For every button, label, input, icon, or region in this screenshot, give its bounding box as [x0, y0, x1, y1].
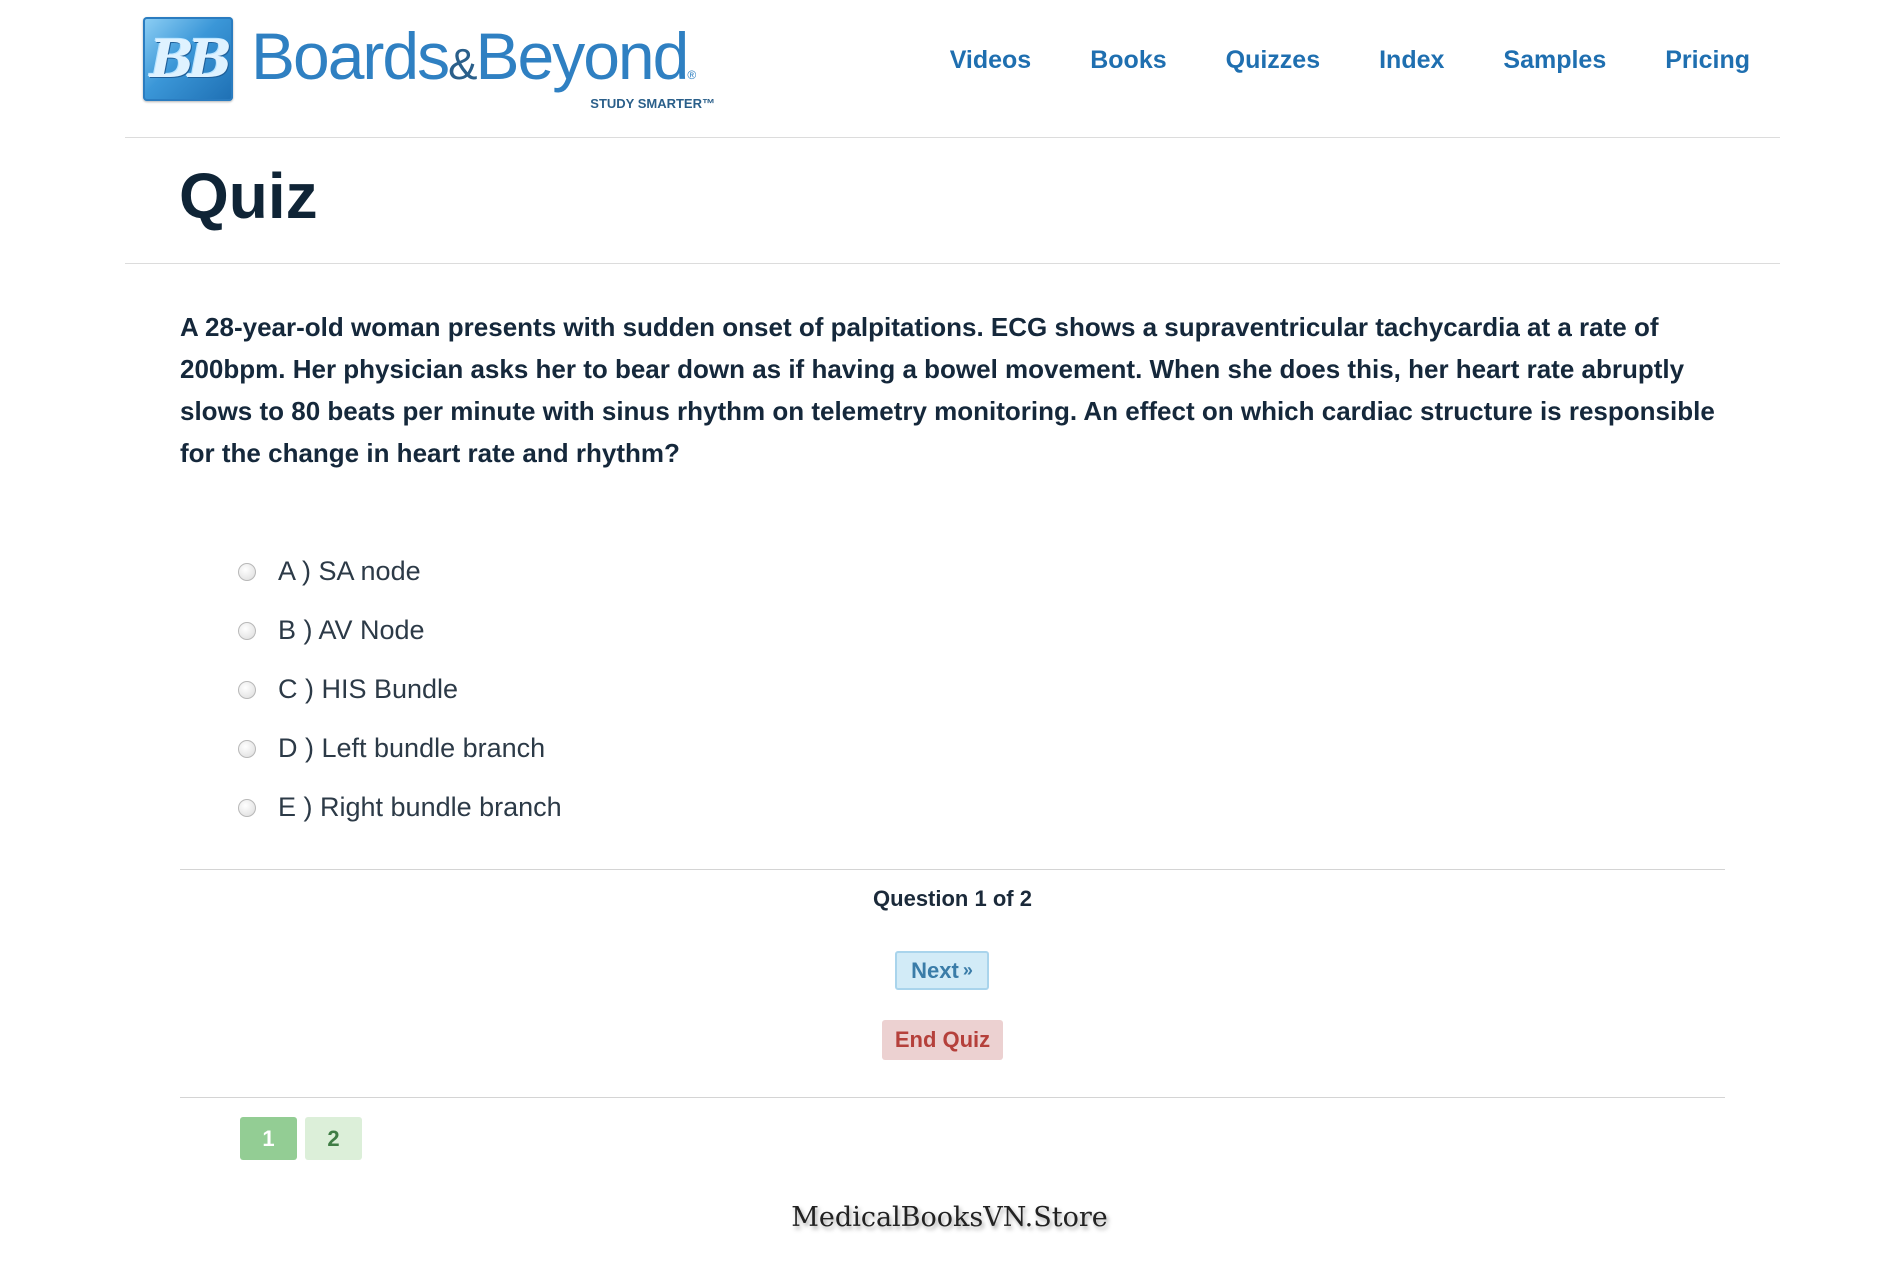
logo-name-amp: & [448, 40, 477, 89]
answer-options: A ) SA node B ) AV Node C ) HIS Bundle D… [238, 542, 562, 837]
answer-label-d[interactable]: D ) Left bundle branch [278, 733, 545, 764]
title-band: Quiz [125, 137, 1780, 264]
pager-question-2[interactable]: 2 [305, 1117, 362, 1160]
pager-question-1[interactable]: 1 [240, 1117, 297, 1160]
nav-link-index[interactable]: Index [1379, 46, 1444, 75]
logo-name-part2: Beyond [475, 19, 689, 93]
logo-mark-icon: BB [143, 17, 233, 101]
answer-option-a[interactable]: A ) SA node [238, 542, 562, 601]
site-header: BB Boards&Beyond® STUDY SMARTER™ Videos … [125, 0, 1780, 138]
main-nav: Videos Books Quizzes Index Samples Prici… [950, 46, 1750, 75]
logo-registered-mark: ® [687, 68, 697, 82]
question-text: A 28-year-old woman presents with sudden… [180, 312, 1715, 468]
logo-name: Boards&Beyond® [251, 18, 696, 94]
radio-button-b[interactable] [238, 621, 256, 640]
logo-tagline: STUDY SMARTER™ [590, 96, 715, 111]
nav-link-samples[interactable]: Samples [1503, 46, 1606, 75]
answer-label-a[interactable]: A ) SA node [278, 556, 421, 587]
answer-option-e[interactable]: E ) Right bundle branch [238, 778, 562, 837]
question-pager: 1 2 [240, 1117, 362, 1160]
answer-option-b[interactable]: B ) AV Node [238, 601, 562, 660]
logo-wordmark: Boards&Beyond® STUDY SMARTER™ [251, 14, 721, 111]
answer-label-c[interactable]: C ) HIS Bundle [278, 674, 458, 705]
nav-link-pricing[interactable]: Pricing [1665, 46, 1750, 75]
radio-button-d[interactable] [238, 739, 256, 758]
question-progress: Question 1 of 2 [873, 886, 1032, 911]
logo[interactable]: BB Boards&Beyond® STUDY SMARTER™ [143, 14, 721, 111]
divider-top [180, 869, 1725, 870]
logo-name-part1: Boards [251, 19, 450, 93]
radio-button-e[interactable] [238, 798, 256, 817]
answer-label-e[interactable]: E ) Right bundle branch [278, 792, 562, 823]
nav-link-books[interactable]: Books [1090, 46, 1166, 75]
end-quiz-button[interactable]: End Quiz [882, 1020, 1003, 1060]
page: BB Boards&Beyond® STUDY SMARTER™ Videos … [0, 0, 1899, 1286]
nav-link-videos[interactable]: Videos [950, 46, 1032, 75]
radio-button-a[interactable] [238, 562, 256, 581]
next-arrow-icon: » [962, 960, 973, 980]
radio-button-c[interactable] [238, 680, 256, 699]
next-button[interactable]: Next» [895, 951, 989, 990]
nav-link-quizzes[interactable]: Quizzes [1226, 46, 1320, 75]
page-title: Quiz [179, 160, 318, 232]
watermark-text: MedicalBooksVN.Store [791, 1202, 1108, 1233]
next-button-label: Next [911, 957, 959, 983]
answer-option-c[interactable]: C ) HIS Bundle [238, 660, 562, 719]
answer-label-b[interactable]: B ) AV Node [278, 615, 425, 646]
divider-bottom [180, 1097, 1725, 1098]
answer-option-d[interactable]: D ) Left bundle branch [238, 719, 562, 778]
